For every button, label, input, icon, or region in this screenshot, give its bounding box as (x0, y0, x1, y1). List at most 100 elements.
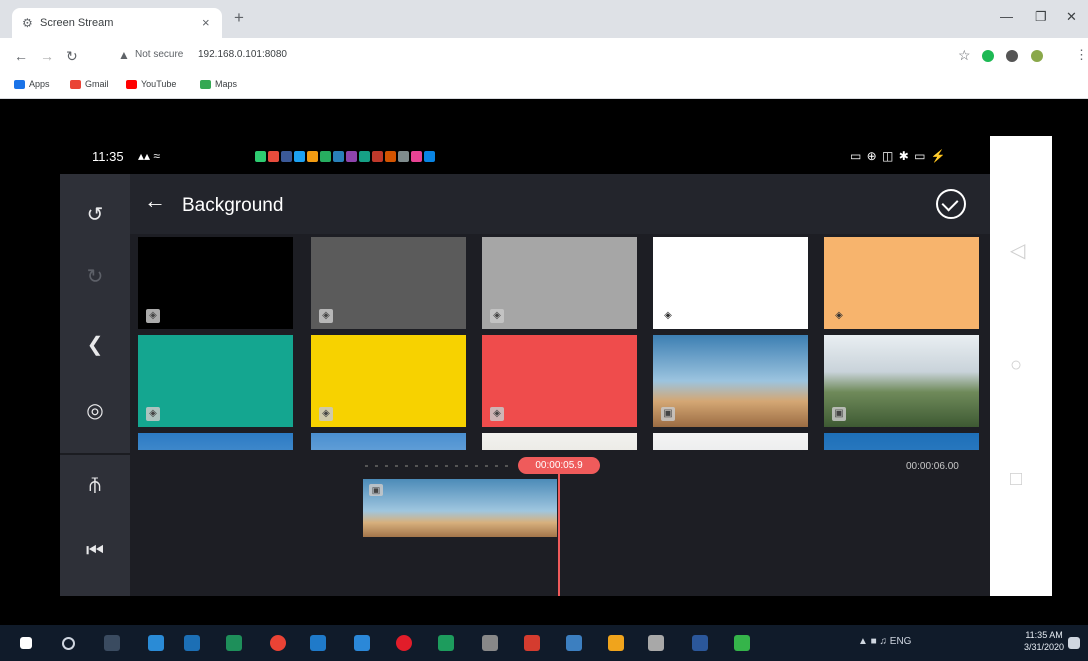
background-tile-photo-partial[interactable] (653, 433, 808, 450)
search-icon[interactable] (62, 637, 75, 650)
browser-tab[interactable]: ⚙ Screen Stream × (12, 8, 222, 38)
background-tile-orange[interactable]: ◈ (824, 237, 979, 329)
notifications-icon[interactable] (1068, 637, 1080, 649)
page-title: Background (182, 195, 284, 216)
notification-icon (307, 151, 318, 162)
skip-to-start-icon[interactable]: ⏮ (60, 540, 130, 563)
tab-title: Screen Stream (40, 17, 114, 29)
taskbar-app-icon[interactable] (482, 635, 498, 651)
bookmark-apps[interactable]: Apps (14, 79, 50, 89)
fill-bucket-icon: ◈ (490, 407, 504, 421)
timeline-ruler (365, 465, 515, 467)
sidebar-divider (60, 453, 130, 455)
notification-icon (359, 151, 370, 162)
extension-icon[interactable] (982, 50, 994, 62)
bookmark-youtube[interactable]: YouTube (126, 79, 176, 89)
video-editor-screen: ↺ ↻ ❮ ◎ ⫚ ⏮ ← Background ◈ ◈ ◈ ◈ ◈ ◈ ◈ ◈… (60, 174, 990, 596)
notification-icon (398, 151, 409, 162)
editor-header: ← Background (130, 174, 990, 234)
notification-icon (385, 151, 396, 162)
address-bar[interactable]: ▲ Not secure 192.168.0.101:8080 (112, 45, 942, 67)
taskbar-app-icon[interactable] (104, 635, 120, 651)
back-nav-icon[interactable]: ← (14, 48, 28, 64)
system-tray[interactable]: ▲ ■ ♫ ENG (858, 636, 911, 647)
minimize-icon[interactable]: — (1000, 9, 1013, 24)
fill-bucket-icon: ◈ (490, 309, 504, 323)
editor-sidebar: ↺ ↻ ❮ ◎ ⫚ ⏮ (60, 174, 130, 596)
status-time: 11:35 (92, 149, 124, 164)
taskbar-app-icon[interactable] (226, 635, 242, 651)
opera-icon[interactable] (396, 635, 412, 651)
playhead-time-badge[interactable]: 00:00:05.9 (518, 457, 600, 474)
background-tile-dark-gray[interactable]: ◈ (311, 237, 466, 329)
taskbar-app-icon[interactable] (184, 635, 200, 651)
background-tile-white[interactable]: ◈ (653, 237, 808, 329)
background-tile-photo-partial[interactable] (482, 433, 637, 450)
notification-icon (281, 151, 292, 162)
background-tile-red[interactable]: ◈ (482, 335, 637, 427)
new-tab-button[interactable]: + (234, 9, 244, 26)
chrome-icon[interactable] (270, 635, 286, 651)
taskbar-app-icon[interactable] (438, 635, 454, 651)
word-icon[interactable] (692, 635, 708, 651)
android-nav-bar: ◁ ○ □ (990, 136, 1052, 596)
background-tile-black[interactable]: ◈ (138, 237, 293, 329)
background-tile-photo-partial[interactable] (311, 433, 466, 450)
image-icon: ▣ (661, 407, 675, 421)
notification-icons (255, 151, 435, 162)
nav-back-icon[interactable]: ◁ (1010, 238, 1025, 263)
background-tile-photo-partial[interactable] (138, 433, 293, 450)
taskbar-app-icon[interactable] (524, 635, 540, 651)
undo-icon[interactable]: ↺ (60, 202, 130, 227)
taskbar-app-icon[interactable] (310, 635, 326, 651)
reload-icon[interactable]: ↻ (66, 48, 78, 65)
playhead-line[interactable] (558, 474, 560, 596)
nav-recents-icon[interactable]: □ (1010, 468, 1022, 491)
record-icon[interactable]: ◎ (60, 398, 130, 423)
puzzle-icon[interactable] (1006, 50, 1018, 62)
notification-icon (333, 151, 344, 162)
background-tile-photo-partial[interactable] (824, 433, 979, 450)
taskbar-app-icon[interactable] (354, 635, 370, 651)
phone-status-bar: 11:35 ▴▴ ≈ ▭ ⊕ ◫ ✱ ▭ ⚡ (60, 140, 990, 174)
fill-bucket-icon: ◈ (319, 309, 333, 323)
background-tile-photo-ruins[interactable]: ▣ (653, 335, 808, 427)
bookmark-maps[interactable]: Maps (200, 79, 237, 89)
taskbar-app-icon[interactable] (148, 635, 164, 651)
forward-nav-icon[interactable]: → (40, 48, 54, 64)
bookmark-star-icon[interactable]: ☆ (958, 47, 971, 64)
taskbar-app-icon[interactable] (608, 635, 624, 651)
restore-icon[interactable]: ❐ (1035, 9, 1047, 25)
taskbar-app-icon[interactable] (734, 635, 750, 651)
background-tile-teal[interactable]: ◈ (138, 335, 293, 427)
profile-avatar[interactable] (1031, 50, 1043, 62)
security-label: Not secure (135, 49, 184, 60)
timeline-clip[interactable]: ▣ (363, 479, 557, 537)
background-tile-yellow[interactable]: ◈ (311, 335, 466, 427)
nav-home-icon[interactable]: ○ (1010, 354, 1022, 377)
background-tile-gray[interactable]: ◈ (482, 237, 637, 329)
warning-icon: ▲ (118, 48, 130, 62)
fill-bucket-icon: ◈ (664, 310, 672, 321)
share-icon[interactable]: ❮ (60, 332, 130, 357)
confirm-check-icon[interactable] (936, 189, 966, 219)
start-windows-icon[interactable] (20, 637, 32, 649)
menu-icon[interactable]: ⋮ (1075, 47, 1088, 63)
browser-toolbar: ← → ↻ ▲ Not secure 192.168.0.101:8080 ☆ … (0, 38, 1088, 74)
background-tile-photo-castle[interactable]: ▣ (824, 335, 979, 427)
url-text: 192.168.0.101:8080 (198, 49, 287, 60)
background-grid: ◈ ◈ ◈ ◈ ◈ ◈ ◈ ◈ ▣ ▣ (130, 234, 990, 450)
redo-icon[interactable]: ↻ (60, 264, 130, 289)
split-tracks-icon[interactable]: ⫚ (60, 474, 130, 497)
back-arrow-icon[interactable]: ← (144, 188, 166, 214)
language-indicator: ENG (889, 636, 912, 647)
taskbar-app-icon[interactable] (648, 635, 664, 651)
close-window-icon[interactable]: ✕ (1066, 9, 1077, 25)
tab-close-icon[interactable]: × (202, 15, 210, 30)
taskbar-app-icon[interactable] (566, 635, 582, 651)
bookmark-gmail[interactable]: Gmail (70, 79, 109, 89)
timeline-panel[interactable]: 00:00:05.9 00:00:06.00 ▣ (130, 455, 990, 596)
youtube-icon (126, 79, 137, 89)
taskbar-clock[interactable]: 11:35 AM 3/31/2020 (1024, 629, 1064, 653)
notification-icon (320, 151, 331, 162)
